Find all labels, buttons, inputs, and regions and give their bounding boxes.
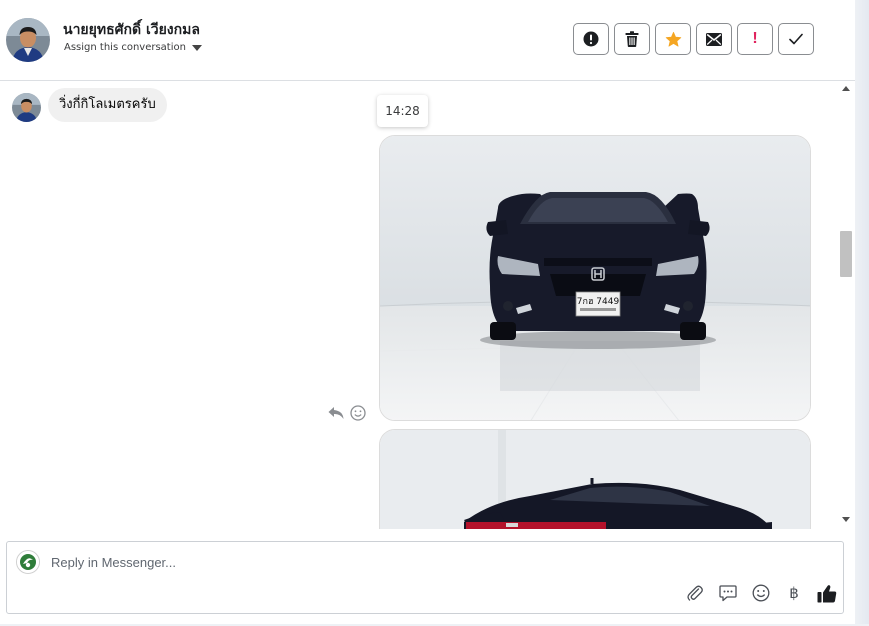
payment-icon[interactable]: ฿	[783, 582, 805, 604]
emoji-reaction-icon[interactable]	[350, 405, 366, 421]
composer-toolbar: ฿	[684, 582, 838, 604]
message-thread[interactable]: วิ่งกี่กิโลเมตรครับ 14:28 7กฮ 7449	[0, 81, 838, 529]
scroll-up-arrow-icon[interactable]	[842, 86, 850, 91]
conversation-toolbar: !	[573, 23, 814, 55]
sender-avatar	[12, 93, 41, 122]
page-edge	[855, 0, 869, 626]
car-rear-photo[interactable]	[379, 429, 811, 529]
scrollbar-thumb[interactable]	[840, 231, 852, 277]
check-icon	[789, 33, 803, 45]
assign-conversation-dropdown[interactable]: Assign this conversation	[64, 42, 202, 53]
trash-icon	[625, 31, 639, 47]
like-icon[interactable]	[816, 582, 838, 604]
conversation-header: นายยุทธศักดิ์ เวียงกมล Assign this conve…	[0, 0, 855, 81]
scroll-down-arrow-icon[interactable]	[842, 517, 850, 522]
mark-done-button[interactable]	[778, 23, 814, 55]
mark-unread-button[interactable]	[696, 23, 732, 55]
incoming-message[interactable]: วิ่งกี่กิโลเมตรครับ	[48, 88, 167, 122]
delete-button[interactable]	[614, 23, 650, 55]
contact-name[interactable]: นายยุทธศักดิ์ เวียงกมล	[63, 19, 200, 41]
envelope-icon	[706, 32, 722, 46]
exclamation-icon: !	[752, 30, 758, 47]
car-front-photo[interactable]: 7กฮ 7449	[379, 135, 811, 421]
follow-up-button[interactable]: !	[737, 23, 773, 55]
emoji-icon[interactable]	[750, 582, 772, 604]
attachment-icon[interactable]	[684, 582, 706, 604]
reply-composer: ฿	[6, 541, 844, 614]
license-plate: 7กฮ 7449	[577, 297, 620, 307]
saved-reply-icon[interactable]	[717, 582, 739, 604]
star-button[interactable]	[655, 23, 691, 55]
reply-icon[interactable]	[328, 406, 344, 420]
page-avatar	[16, 550, 40, 574]
caret-down-icon	[191, 44, 202, 51]
message-actions	[328, 405, 366, 421]
contact-avatar[interactable]	[6, 18, 50, 62]
thread-scrollbar[interactable]	[838, 81, 855, 529]
reply-input[interactable]	[51, 551, 651, 573]
mark-spam-button[interactable]	[573, 23, 609, 55]
star-icon	[665, 31, 681, 47]
assign-label: Assign this conversation	[64, 42, 186, 53]
message-timestamp: 14:28	[377, 95, 428, 127]
baht-symbol: ฿	[789, 584, 799, 602]
alert-circle-icon	[583, 31, 599, 47]
